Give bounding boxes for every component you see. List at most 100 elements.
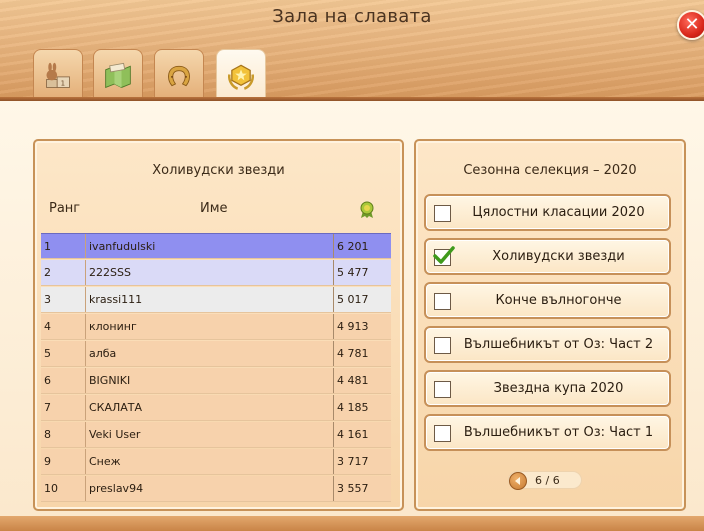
hall-of-fame-badge-icon (226, 62, 256, 92)
rank-column-header: Ранг (49, 201, 81, 216)
score-cell: 6 201 (337, 240, 369, 253)
map-icon (103, 61, 133, 91)
rank-cell: 5 (44, 347, 51, 360)
season-option-button[interactable]: Вълшебникът от Оз: Част 1 (424, 414, 671, 451)
column-divider (85, 287, 86, 312)
column-divider (333, 476, 334, 501)
arrow-left-icon[interactable] (509, 472, 527, 490)
season-option-label: Вълшебникът от Оз: Част 2 (463, 337, 654, 352)
name-cell: krassi111 (89, 293, 143, 306)
column-divider (333, 395, 334, 420)
name-cell: BIGNIKI (89, 374, 131, 387)
column-divider (333, 341, 334, 366)
score-cell: 5 017 (337, 293, 369, 306)
table-row[interactable]: 8 Veki User 4 161 (41, 422, 391, 448)
checkbox[interactable] (434, 337, 451, 354)
tab-ranking[interactable]: 1 (33, 49, 83, 101)
score-cell: 3 557 (337, 482, 369, 495)
checkbox[interactable] (434, 425, 451, 442)
window-title: Зала на славата (272, 6, 432, 27)
checkbox-checked[interactable] (433, 246, 455, 266)
column-divider (85, 314, 86, 339)
name-cell: 222SSS (89, 266, 131, 279)
column-divider (85, 234, 86, 258)
column-divider (333, 314, 334, 339)
svg-text:1: 1 (61, 78, 65, 87)
season-option-button[interactable]: Цялостни класации 2020 (424, 194, 671, 231)
tab-hall-of-fame[interactable] (216, 49, 266, 103)
leaderboard-title: Холивудски звезди (152, 163, 285, 178)
column-divider (85, 395, 86, 420)
checkbox[interactable] (434, 293, 451, 310)
season-option-label: Конче вълногонче (495, 293, 622, 308)
column-divider (333, 234, 334, 258)
table-row[interactable]: 1 ivanfudulski 6 201 (41, 233, 391, 259)
season-option-label: Звездна купа 2020 (493, 381, 624, 396)
name-cell: ivanfudulski (89, 240, 156, 253)
name-cell: preslav94 (89, 482, 144, 495)
table-row[interactable]: 3 krassi111 5 017 (41, 287, 391, 313)
score-cell: 4 781 (337, 347, 369, 360)
name-cell: Veki User (89, 428, 141, 441)
column-divider (85, 476, 86, 501)
season-option-button[interactable]: Конче вълногонче (424, 282, 671, 319)
name-cell: Снеж (89, 455, 121, 468)
column-divider (333, 422, 334, 447)
name-cell: СКАЛАТА (89, 401, 143, 414)
rank-cell: 9 (44, 455, 51, 468)
column-divider (333, 449, 334, 474)
season-option-button[interactable]: Вълшебникът от Оз: Част 2 (424, 326, 671, 363)
award-medal-icon (359, 201, 375, 219)
column-divider (85, 422, 86, 447)
column-divider (333, 287, 334, 312)
checkbox[interactable] (434, 205, 451, 222)
column-divider (85, 260, 86, 285)
column-divider (333, 260, 334, 285)
table-row[interactable]: 10 preslav94 3 557 (41, 476, 391, 502)
score-cell: 5 477 (337, 266, 369, 279)
pager-text: 6 / 6 (535, 474, 560, 487)
column-divider (333, 368, 334, 393)
score-cell: 4 913 (337, 320, 369, 333)
column-divider (85, 368, 86, 393)
rank-cell: 1 (44, 240, 51, 253)
close-button[interactable]: ✕ (677, 10, 704, 40)
rank-cell: 8 (44, 428, 51, 441)
table-row[interactable]: 7 СКАЛАТА 4 185 (41, 395, 391, 421)
score-cell: 4 185 (337, 401, 369, 414)
checkbox[interactable] (434, 381, 451, 398)
season-option-button[interactable]: Холивудски звезди (424, 238, 671, 275)
checkmark-icon (433, 246, 455, 264)
rank-cell: 3 (44, 293, 51, 306)
title-bar: Зала на славата ✕ 1 (0, 0, 704, 103)
table-row[interactable]: 4 клонинг 4 913 (41, 314, 391, 340)
rank-cell: 4 (44, 320, 51, 333)
name-column-header: Име (200, 201, 228, 216)
table-row[interactable]: 6 BIGNIKI 4 481 (41, 368, 391, 394)
rank-cell: 2 (44, 266, 51, 279)
table-row[interactable]: 9 Снеж 3 717 (41, 449, 391, 475)
column-divider (85, 341, 86, 366)
season-option-label: Вълшебникът от Оз: Част 1 (463, 425, 654, 440)
podium-rabbit-icon: 1 (43, 61, 73, 91)
name-cell: клонинг (89, 320, 137, 333)
score-cell: 4 161 (337, 428, 369, 441)
season-option-label: Холивудски звезди (492, 249, 625, 264)
season-title: Сезонна селекция – 2020 (463, 163, 637, 178)
table-row[interactable]: 2 222SSS 5 477 (41, 260, 391, 286)
rank-cell: 7 (44, 401, 51, 414)
score-cell: 4 481 (337, 374, 369, 387)
pager: 6 / 6 (508, 471, 582, 490)
season-option-button[interactable]: Звездна купа 2020 (424, 370, 671, 407)
tab-horseshoe[interactable] (154, 49, 204, 101)
score-cell: 3 717 (337, 455, 369, 468)
bottom-bar (0, 516, 704, 531)
tab-map[interactable] (93, 49, 143, 101)
rank-cell: 10 (44, 482, 58, 495)
season-option-label: Цялостни класации 2020 (472, 205, 645, 220)
horseshoe-icon (164, 61, 194, 91)
rank-cell: 6 (44, 374, 51, 387)
column-divider (85, 449, 86, 474)
name-cell: алба (89, 347, 117, 360)
table-row[interactable]: 5 алба 4 781 (41, 341, 391, 367)
